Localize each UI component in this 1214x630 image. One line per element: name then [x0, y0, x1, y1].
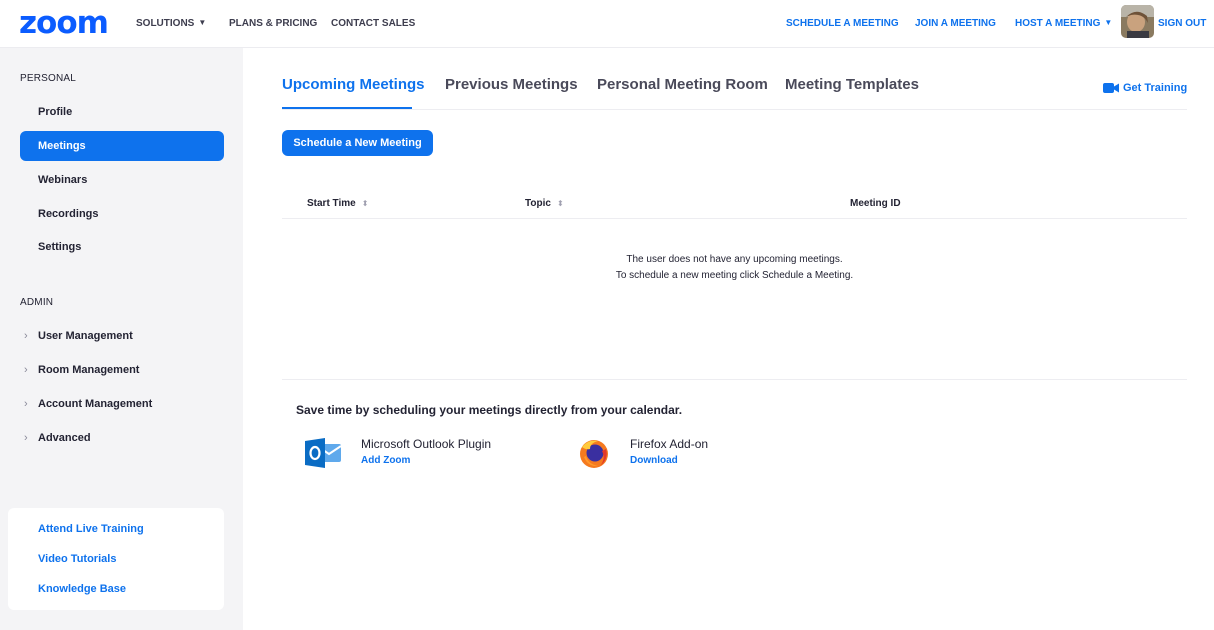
tab-previous-meetings[interactable]: Previous Meetings — [445, 76, 578, 94]
sidebar-item-label: User Management — [38, 330, 133, 342]
sidebar-item-settings[interactable]: Settings — [20, 232, 224, 262]
nav-schedule-meeting[interactable]: SCHEDULE A MEETING — [786, 17, 899, 31]
caret-down-icon: ▼ — [198, 18, 207, 27]
nav-solutions[interactable]: SOLUTIONS ▼ — [136, 17, 206, 31]
nav-sign-out[interactable]: SIGN OUT — [1158, 17, 1206, 31]
download-link[interactable]: Download — [630, 455, 678, 466]
sidebar-item-meetings[interactable]: Meetings — [20, 131, 224, 161]
calendar-section-title: Save time by scheduling your meetings di… — [296, 403, 683, 417]
sidebar-item-label: Room Management — [38, 364, 140, 376]
empty-state-line1: The user does not have any upcoming meet… — [626, 254, 843, 265]
tab-divider — [282, 109, 1187, 110]
top-nav: zoom SOLUTIONS ▼ PLANS & PRICING CONTACT … — [0, 0, 1214, 48]
sidebar-item-room-management[interactable]: › Room Management — [20, 358, 224, 382]
get-training-label: Get Training — [1123, 82, 1188, 94]
nav-join-meeting[interactable]: JOIN A MEETING — [915, 17, 996, 31]
admin-section-header: ADMIN — [20, 297, 54, 308]
sidebar-item-recordings[interactable]: Recordings — [20, 199, 224, 229]
calendar-section-divider — [282, 379, 1187, 380]
nav-host-meeting-label: HOST A MEETING — [1015, 18, 1101, 29]
table-header-divider — [282, 218, 1187, 219]
sidebar: PERSONAL Profile Meetings Webinars Recor… — [0, 48, 243, 630]
sidebar-item-advanced[interactable]: › Advanced — [20, 426, 224, 450]
sort-icon: ⬍ — [361, 199, 369, 208]
column-meeting-id: Meeting ID — [850, 198, 901, 209]
sidebar-item-account-management[interactable]: › Account Management — [20, 392, 224, 416]
sidebar-item-label: Advanced — [38, 432, 91, 444]
column-header-label: Topic — [525, 198, 551, 209]
schedule-new-meeting-button[interactable]: Schedule a New Meeting — [282, 130, 433, 156]
nav-plans-pricing[interactable]: PLANS & PRICING — [229, 17, 317, 31]
avatar-photo-icon — [1121, 5, 1154, 38]
column-topic[interactable]: Topic ⬍ — [525, 198, 564, 209]
firefox-icon — [578, 437, 610, 474]
chevron-right-icon: › — [24, 364, 28, 376]
attend-live-training-link[interactable]: Attend Live Training — [38, 523, 144, 535]
outlook-plugin-name: Microsoft Outlook Plugin — [361, 437, 492, 451]
chevron-right-icon: › — [24, 330, 28, 342]
sort-icon: ⬍ — [556, 199, 564, 208]
sidebar-item-label: Account Management — [38, 398, 153, 410]
active-tab-indicator — [282, 107, 412, 109]
zoom-logo[interactable]: zoom — [19, 6, 109, 40]
empty-state-line2: To schedule a new meeting click Schedule… — [615, 270, 854, 281]
tab-personal-meeting-room[interactable]: Personal Meeting Room — [597, 76, 768, 94]
nav-solutions-label: SOLUTIONS — [136, 18, 195, 29]
video-camera-icon — [1103, 83, 1119, 93]
video-tutorials-link[interactable]: Video Tutorials — [38, 553, 116, 565]
nav-contact-sales[interactable]: CONTACT SALES — [331, 17, 415, 31]
tab-meeting-templates[interactable]: Meeting Templates — [785, 76, 919, 94]
user-avatar[interactable] — [1121, 5, 1154, 38]
personal-section-header: PERSONAL — [20, 73, 77, 84]
nav-host-meeting[interactable]: HOST A MEETING ▼ — [1015, 17, 1112, 31]
get-training-link[interactable]: Get Training — [1103, 82, 1187, 94]
column-start-time[interactable]: Start Time ⬍ — [307, 198, 368, 209]
sidebar-item-profile[interactable]: Profile — [20, 97, 224, 127]
sidebar-item-user-management[interactable]: › User Management — [20, 324, 224, 348]
caret-down-icon: ▼ — [1104, 18, 1113, 27]
tab-upcoming-meetings[interactable]: Upcoming Meetings — [282, 76, 425, 94]
knowledge-base-link[interactable]: Knowledge Base — [38, 583, 126, 595]
outlook-icon — [305, 438, 343, 473]
column-header-label: Start Time — [307, 198, 356, 209]
chevron-right-icon: › — [24, 432, 28, 444]
sidebar-item-webinars[interactable]: Webinars — [20, 165, 224, 195]
chevron-right-icon: › — [24, 398, 28, 410]
add-zoom-link[interactable]: Add Zoom — [361, 455, 410, 466]
firefox-addon-name: Firefox Add-on — [630, 437, 709, 451]
